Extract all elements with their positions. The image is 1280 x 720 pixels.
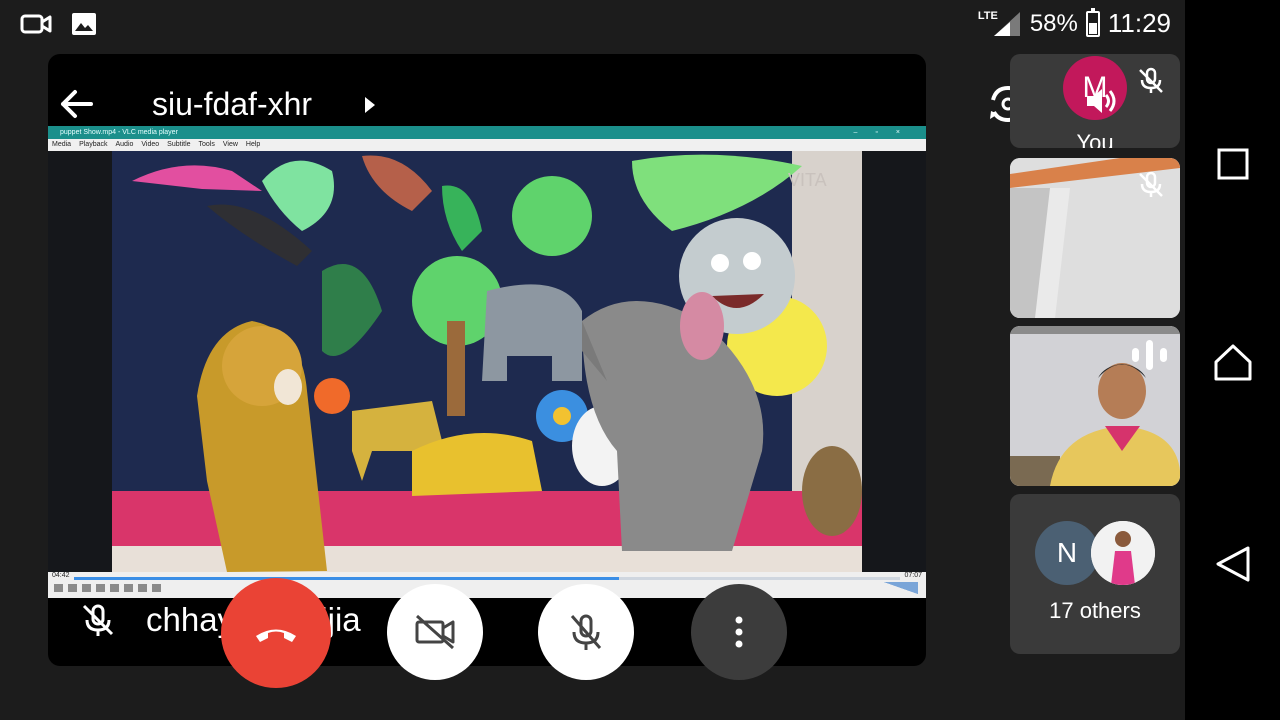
mic-off-icon	[82, 604, 114, 636]
vlc-pause-icon	[54, 584, 63, 592]
vlc-menu-audio: Audio	[115, 141, 134, 148]
network-type: LTE	[977, 9, 998, 22]
back-nav-button[interactable]	[1209, 540, 1257, 588]
vlc-stop-icon	[82, 584, 91, 592]
gallery-icon	[72, 13, 96, 35]
vlc-menu-media: Media	[52, 141, 72, 148]
meeting-code[interactable]: siu-fdaf-xhr	[152, 86, 312, 123]
vlc-volume-icon	[884, 582, 918, 594]
shared-screen: puppet Show.mp4 - VLC media player –▫× M…	[48, 126, 926, 598]
avatar	[1091, 521, 1155, 585]
vlc-titlebar: puppet Show.mp4 - VLC media player –▫×	[48, 126, 926, 139]
system-nav-bar	[1185, 0, 1280, 720]
vlc-prev-icon	[68, 584, 77, 592]
others-tile[interactable]: N 17 others	[1010, 494, 1180, 654]
square-icon	[1217, 148, 1249, 180]
participant-tile[interactable]	[1010, 158, 1180, 318]
speaking-indicator-icon	[1132, 340, 1167, 370]
mic-toggle-button[interactable]	[538, 584, 634, 680]
puppet-show-scene: VITA	[112, 151, 862, 572]
presentation-stage: siu-fdaf-xhr puppet Show.mp4 - VLC media…	[48, 54, 926, 666]
arrow-left-icon	[61, 90, 93, 118]
clock: 11:29	[1107, 8, 1171, 38]
vlc-playlist-icon	[124, 584, 133, 592]
puppet-show-video: VITA	[112, 151, 862, 572]
home-button[interactable]	[1209, 338, 1257, 386]
vlc-menu-video: Video	[141, 141, 160, 148]
home-icon	[1214, 344, 1252, 381]
vlc-playback-buttons	[54, 584, 161, 592]
vlc-menu-playback: Playback	[79, 141, 108, 148]
avatar: N	[1035, 521, 1099, 585]
vlc-window-title: puppet Show.mp4 - VLC media player	[60, 129, 178, 136]
status-bar: LTE 58% 11:29	[0, 0, 1185, 50]
camera-toggle-button[interactable]	[387, 584, 483, 680]
mic-off-icon	[570, 614, 602, 650]
video-camera-icon	[20, 14, 52, 34]
video-off-icon	[415, 614, 455, 650]
video-watermark-text: VITA	[788, 170, 827, 190]
mic-off-icon	[1139, 67, 1163, 93]
mic-off-icon	[1139, 171, 1163, 197]
vlc-menu-view: View	[222, 141, 238, 148]
participant-photo	[1091, 521, 1155, 585]
battery-icon	[1085, 7, 1100, 37]
vlc-window-controls: –▫×	[853, 129, 918, 136]
more-vertical-icon	[735, 616, 743, 648]
vlc-seek-bar	[74, 577, 900, 580]
recents-button[interactable]	[1209, 140, 1257, 188]
vlc-menu-subtitle: Subtitle	[167, 141, 191, 148]
vlc-total-time: 07:07	[904, 572, 922, 579]
vlc-menu-help: Help	[245, 141, 261, 148]
others-count: 17 others	[1049, 598, 1141, 623]
presenter-bar: chhaya Sindjia	[48, 598, 926, 666]
participant-tile[interactable]	[1010, 326, 1180, 486]
vlc-fullscreen-icon	[110, 584, 119, 592]
more-options-button[interactable]	[691, 584, 787, 680]
triangle-back-icon	[1216, 546, 1250, 582]
caret-right-icon[interactable]	[364, 95, 376, 115]
self-tile[interactable]: M You	[1010, 54, 1180, 148]
vlc-menu-tools: Tools	[198, 141, 215, 148]
vlc-loop-icon	[138, 584, 147, 592]
phone-hangup-icon	[256, 629, 296, 642]
battery-percent: 58%	[1029, 9, 1078, 37]
vlc-elapsed-time: 04:42	[52, 572, 70, 579]
vlc-menu-bar: Media Playback Audio Video Subtitle Tool…	[48, 139, 926, 151]
vlc-controls: 04:42 07:07	[48, 572, 926, 598]
vlc-next-icon	[96, 584, 105, 592]
speaker-icon	[1087, 89, 1116, 113]
end-call-button[interactable]	[221, 578, 331, 688]
back-button[interactable]	[54, 82, 98, 126]
vlc-shuffle-icon	[152, 584, 161, 592]
vlc-seek-progress	[74, 577, 620, 580]
self-label: You	[1076, 130, 1114, 148]
